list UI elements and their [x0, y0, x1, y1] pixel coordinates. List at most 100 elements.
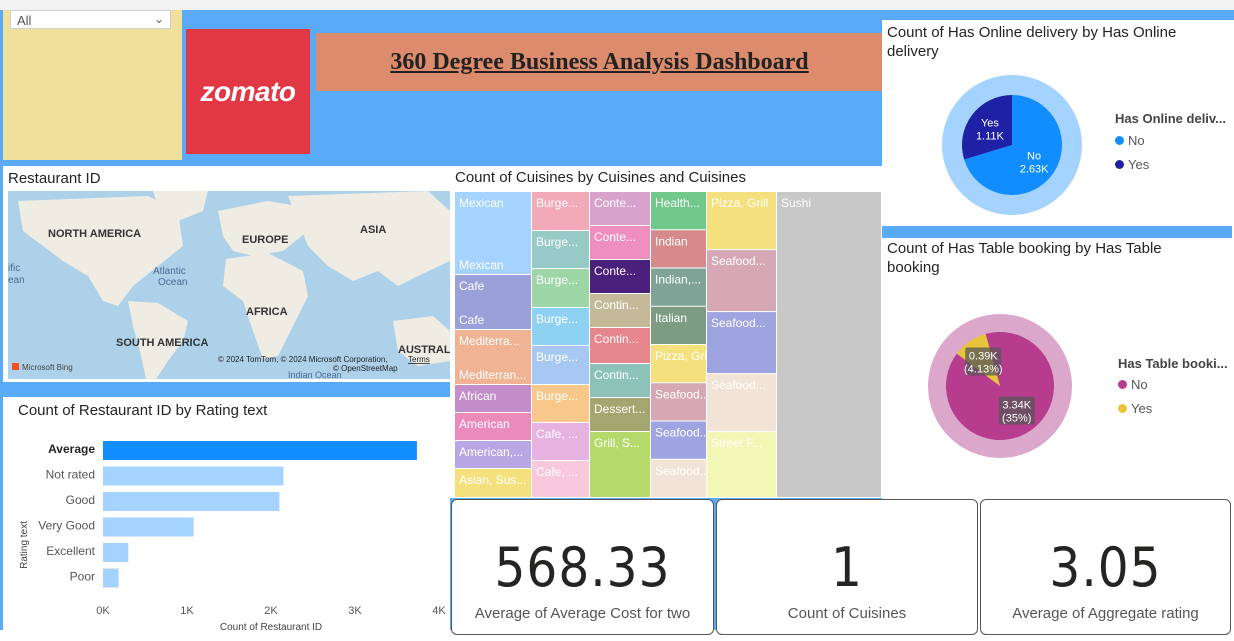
data-label-pct: (35%): [1002, 413, 1031, 425]
slicer-panel: [3, 10, 182, 160]
map-visual[interactable]: NORTH AMERICA EUROPE ASIA AFRICA SOUTH A…: [8, 191, 450, 379]
online-delivery-legend-title: Has Online deliv...: [1115, 111, 1227, 126]
legend-item-no[interactable]: No: [1115, 133, 1145, 148]
treemap-cell-label: Seafood...: [711, 254, 766, 268]
rating-chart-xlabel: Count of Restaurant ID: [220, 622, 322, 633]
data-label-name: Yes: [981, 118, 999, 130]
legend-item-yes[interactable]: Yes: [1115, 157, 1149, 172]
treemap-cell-label: Cafe, ...: [536, 465, 578, 479]
map-label-pacific-2: ean: [8, 275, 25, 286]
x-tick-label: 1K: [180, 605, 194, 617]
data-label-value: 1.11K: [976, 131, 1005, 143]
treemap-cell-label: Burge...: [536, 312, 578, 326]
online-delivery-panel: Count of Has Online delivery by Has Onli…: [882, 20, 1232, 226]
slicer-value: All: [17, 13, 32, 28]
map-label-asia: ASIA: [360, 224, 386, 236]
map-label-south-america: SOUTH AMERICA: [116, 337, 209, 349]
treemap-cell-label: Burge...: [536, 350, 578, 364]
map-title: Restaurant ID: [8, 170, 101, 187]
map-label-atlantic-2: Ocean: [158, 277, 187, 288]
table-booking-legend-title: Has Table booki...: [1118, 356, 1228, 371]
map-attribution: © 2024 TomTom, © 2024 Microsoft Corporat…: [218, 355, 388, 364]
dashboard-background-right: [882, 10, 1234, 20]
zomato-logo: zomato: [186, 29, 310, 154]
treemap-cell-label-bottom: Mexican: [459, 258, 504, 272]
bar-excellent[interactable]: [103, 543, 129, 562]
legend-item-yes[interactable]: Yes: [1118, 401, 1152, 416]
treemap-cell-label: Pizza, Grill: [711, 196, 768, 210]
treemap-cell-label: Pizza, Grill: [655, 349, 712, 363]
donut-data-label: 3.34K(35%): [998, 396, 1035, 425]
kpi-card-avg-cost[interactable]: 568.33 Average of Average Cost for two: [451, 499, 714, 635]
x-tick-label: 0K: [96, 605, 110, 617]
treemap-cell-label: Conte...: [594, 230, 636, 244]
treemap-cell[interactable]: [777, 192, 881, 497]
legend-dot: [1118, 404, 1127, 413]
cuisines-treemap[interactable]: Mexican Mexican Cafe Cafe Mediterra... Medite…: [455, 192, 882, 498]
treemap-cell-label: Seafood...: [655, 387, 710, 401]
chevron-down-icon[interactable]: ⌄: [154, 12, 164, 26]
data-label-value: 0.39K: [969, 350, 998, 362]
treemap-cell-label: Mexican: [459, 196, 504, 210]
data-label-name: No: [1027, 150, 1041, 162]
kpi-card-count-cuisines[interactable]: 1 Count of Cuisines: [716, 499, 978, 635]
rating-bars: Average Not rated Good Very Good Excellent Po…: [38, 441, 446, 617]
treemap-cell-label: Conte...: [594, 264, 636, 278]
data-label-pct: (4.13%): [964, 363, 1003, 375]
online-delivery-donut[interactable]: No2.63K Yes1.11K: [932, 75, 1092, 215]
treemap-cell-label: Mediterra...: [459, 334, 520, 348]
legend-label: No: [1131, 377, 1148, 392]
legend-label: No: [1128, 133, 1145, 148]
bar-good[interactable]: [103, 492, 280, 511]
treemap-cell-label: Seafood...: [711, 378, 766, 392]
kpi-value: 568.33: [494, 536, 671, 599]
treemap-cell-label: Contin...: [594, 332, 639, 346]
panel-separator: [882, 226, 1232, 238]
dashboard-title-banner: 360 Degree Business Analysis Dashboard: [316, 33, 883, 91]
treemap-cell-label-bottom: Mediterran...: [459, 368, 526, 382]
online-delivery-title: Count of Has Online delivery by Has Onli…: [887, 24, 1177, 60]
map-label-europe: EUROPE: [242, 234, 288, 246]
treemap-cell-label: African: [459, 389, 496, 403]
rating-bar-chart[interactable]: Count of Restaurant ID by Rating text Ra…: [3, 397, 450, 634]
kpi-label: Average of Aggregate rating: [1012, 605, 1199, 622]
kpi-value: 3.05: [1049, 536, 1162, 599]
treemap-cell-label: Italian: [655, 311, 687, 325]
bing-label: Microsoft Bing: [22, 363, 73, 372]
bar-not-rated[interactable]: [103, 466, 284, 486]
bar-very-good[interactable]: [103, 517, 194, 537]
legend-item-no[interactable]: No: [1118, 377, 1148, 392]
treemap-cell-label-bottom: Cafe: [459, 313, 485, 327]
treemap-cell-label: Indian,...: [655, 273, 701, 287]
table-booking-donut[interactable]: 3.34K(35%) 0.39K(4.13%): [922, 308, 1082, 468]
legend-dot: [1115, 160, 1124, 169]
slicer-dropdown[interactable]: All ⌄: [10, 10, 171, 29]
legend-dot: [1118, 380, 1127, 389]
treemap-cell-label: Sushi: [781, 196, 811, 210]
treemap-cell-label: Dessert...: [594, 402, 645, 416]
treemap-title: Count of Cuisines by Cuisines and Cuisin…: [455, 169, 746, 186]
bar-average[interactable]: [103, 441, 417, 460]
kpi-label: Average of Average Cost for two: [474, 605, 691, 622]
legend-label: Yes: [1128, 157, 1150, 172]
kpi-card-avg-rating[interactable]: 3.05 Average of Aggregate rating: [980, 499, 1231, 635]
data-label-value: 2.63K: [1020, 163, 1049, 175]
treemap-cell-label: Indian: [655, 234, 688, 248]
x-tick-label: 4K: [432, 605, 446, 617]
treemap-cell-label: Seafood...: [655, 464, 710, 478]
treemap-cell-label: Burge...: [536, 389, 578, 403]
logo-text: zomato: [200, 75, 297, 107]
page-title: 360 Degree Business Analysis Dashboard: [390, 48, 809, 75]
map-svg: NORTH AMERICA EUROPE ASIA AFRICA SOUTH A…: [8, 191, 450, 379]
donut-data-label: 0.39K(4.13%): [964, 347, 1003, 376]
bar-category-label: Excellent: [46, 544, 95, 558]
treemap-cell-label: Cafe, ...: [536, 427, 578, 441]
legend-dot: [1115, 136, 1124, 145]
map-label-north-america: NORTH AMERICA: [48, 228, 141, 240]
bar-category-label: Average: [48, 442, 95, 456]
map-terms-link[interactable]: Terms: [408, 355, 430, 364]
map-label-pacific-1: ific: [8, 263, 20, 274]
treemap-cell-label: Asian, Sus...: [459, 473, 526, 487]
bar-category-label: Very Good: [38, 519, 95, 533]
bar-poor[interactable]: [103, 568, 119, 588]
